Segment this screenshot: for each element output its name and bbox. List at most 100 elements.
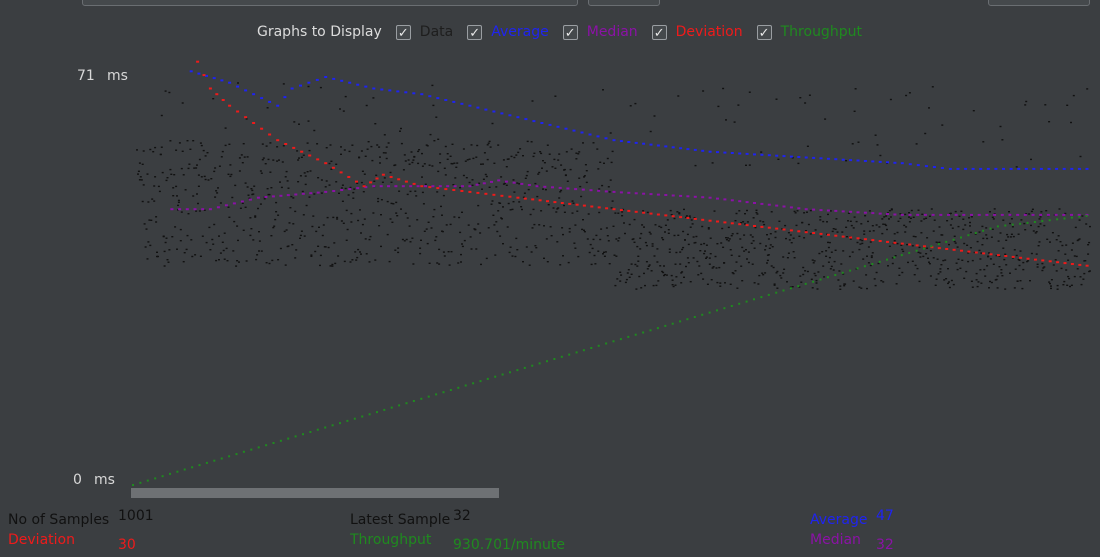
data-point xyxy=(692,257,695,259)
data-point xyxy=(379,162,381,164)
median-point xyxy=(324,190,328,193)
data-point xyxy=(317,177,320,179)
data-point xyxy=(1001,139,1004,141)
data-point xyxy=(716,281,719,284)
median-point xyxy=(490,180,493,183)
median-point xyxy=(947,213,950,216)
data-point xyxy=(813,272,816,275)
data-point xyxy=(374,259,377,261)
data-point xyxy=(748,91,751,93)
data-point xyxy=(535,247,538,249)
data-point xyxy=(873,278,876,280)
data-point xyxy=(881,218,884,220)
median-point xyxy=(679,194,683,197)
data-point xyxy=(904,213,907,216)
data-point xyxy=(919,256,922,258)
throughput-point xyxy=(279,439,282,442)
data-point xyxy=(671,284,674,286)
data-point xyxy=(439,153,442,155)
data-point xyxy=(806,270,809,273)
data-point xyxy=(397,251,400,254)
data-point xyxy=(319,264,321,267)
data-point xyxy=(1060,267,1063,270)
data-point xyxy=(726,237,729,239)
data-point xyxy=(950,218,953,220)
data-point xyxy=(342,110,345,112)
data-point xyxy=(674,284,677,286)
data-point xyxy=(261,143,264,145)
data-point xyxy=(1013,287,1016,289)
data-point xyxy=(967,260,970,263)
data-point xyxy=(175,149,178,151)
data-point xyxy=(209,249,212,251)
deviation-point xyxy=(546,200,549,203)
data-point xyxy=(790,242,793,244)
data-point xyxy=(559,191,562,193)
data-point xyxy=(287,187,290,189)
data-point xyxy=(365,104,368,107)
data-point xyxy=(583,231,586,233)
average-point xyxy=(619,140,623,143)
data-point xyxy=(932,257,935,259)
data-point xyxy=(617,212,620,214)
average-point xyxy=(212,77,216,80)
data-point xyxy=(804,270,807,272)
data-point xyxy=(272,226,275,229)
data-point xyxy=(1089,270,1091,272)
median-point xyxy=(834,209,838,212)
average-point xyxy=(299,84,302,87)
data-point xyxy=(468,158,471,160)
average-point xyxy=(252,93,256,96)
data-point xyxy=(1068,277,1071,280)
average-point xyxy=(356,83,360,86)
data-point xyxy=(686,233,689,236)
data-point xyxy=(766,234,768,236)
data-point xyxy=(299,234,302,237)
data-point xyxy=(505,184,508,186)
throughput-point xyxy=(176,470,179,473)
data-point xyxy=(928,215,931,217)
data-point xyxy=(646,211,649,214)
throughput-point xyxy=(265,444,268,447)
data-point xyxy=(578,151,581,153)
data-point xyxy=(480,263,482,266)
data-point xyxy=(302,214,305,216)
data-point xyxy=(807,223,810,226)
data-point xyxy=(608,191,611,193)
data-point xyxy=(905,94,908,97)
data-point xyxy=(329,144,332,146)
data-point xyxy=(655,284,658,287)
throughput-point xyxy=(486,377,489,380)
data-point xyxy=(829,268,832,270)
horizontal-scrollbar[interactable] xyxy=(131,488,499,498)
data-point xyxy=(335,181,338,183)
data-point xyxy=(863,230,866,232)
data-point xyxy=(755,209,758,211)
data-point xyxy=(813,260,816,262)
average-point xyxy=(986,167,990,170)
median-point xyxy=(1031,213,1035,216)
data-point xyxy=(1079,155,1082,158)
median-point xyxy=(1054,213,1058,216)
data-point xyxy=(300,230,303,232)
average-point xyxy=(642,142,646,145)
data-point xyxy=(526,170,529,173)
average-point xyxy=(236,85,240,88)
data-point xyxy=(179,228,182,231)
median-point xyxy=(804,208,808,211)
throughput-point xyxy=(701,313,704,316)
median-point xyxy=(581,188,585,191)
data-point xyxy=(968,217,970,219)
data-point xyxy=(177,204,179,207)
median-point xyxy=(504,180,508,183)
data-point xyxy=(378,225,381,227)
data-point xyxy=(297,159,300,161)
deviation-point xyxy=(590,205,594,208)
data-point xyxy=(793,257,796,259)
throughput-point xyxy=(302,433,304,436)
throughput-point xyxy=(738,302,741,305)
average-point xyxy=(878,160,882,163)
data-point xyxy=(533,223,536,226)
average-point xyxy=(556,125,560,128)
data-point xyxy=(742,221,745,223)
